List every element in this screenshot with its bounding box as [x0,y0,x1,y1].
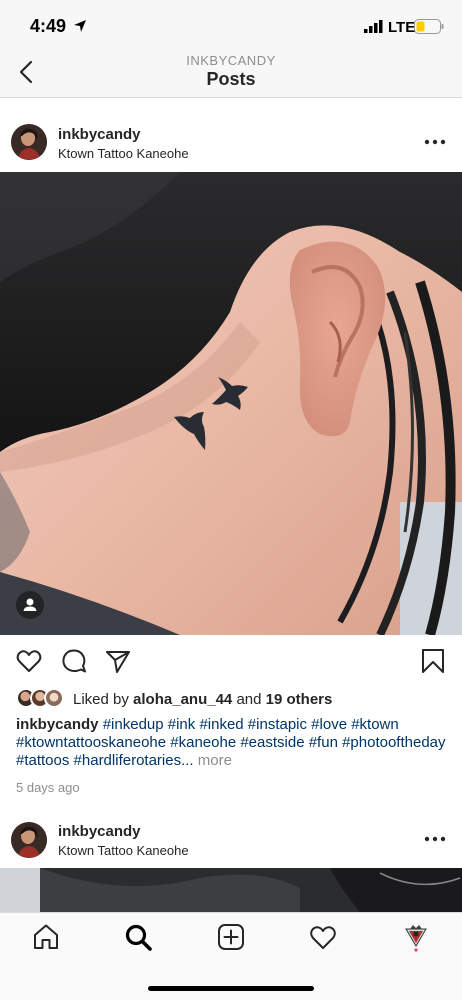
network-label: LTE [388,19,416,36]
home-indicator[interactable] [148,986,314,991]
post-date: 5 days ago [16,780,80,795]
liked-by-user[interactable]: aloha_anu_44 [133,691,232,708]
tagged-people-button[interactable] [16,591,44,619]
person-icon [23,598,37,611]
tab-bar [0,912,462,1000]
likes-and: and [236,691,262,708]
heart-icon[interactable] [15,647,43,675]
post-location[interactable]: Ktown Tattoo Kaneohe [58,146,189,161]
nav-header: INKBYCANDY Posts [0,50,462,98]
avatar[interactable] [11,822,47,858]
post-caption: inkbycandy #inkedup #ink #inked #instapi… [16,716,446,770]
profile-avatar-icon[interactable] [401,922,431,952]
post-header: inkbycandy Ktown Tattoo Kaneohe [0,99,462,173]
likes-row[interactable]: Liked by aloha_anu_44 and 19 others [16,688,446,712]
status-time: 4:49 [30,16,67,36]
avatar[interactable] [11,124,47,160]
post-username[interactable]: inkbycandy [58,126,141,143]
heart-icon[interactable] [308,922,338,952]
page-title: Posts [206,69,256,89]
likes-prefix: Liked by [73,691,129,708]
liker-avatar [44,688,64,708]
likes-summary: Liked by aloha_anu_44 and 19 others [73,691,332,708]
status-bar: 4:49 LTE [0,0,462,50]
search-icon[interactable] [123,922,153,952]
comment-icon[interactable] [60,647,88,675]
likes-others[interactable]: 19 others [266,691,333,708]
nav-username: INKBYCANDY [186,53,276,68]
battery-icon [414,19,444,34]
caption-username[interactable]: inkbycandy [16,716,99,733]
paper-plane-icon[interactable] [104,647,132,675]
location-arrow-icon [74,20,86,32]
next-post-username[interactable]: inkbycandy [58,823,141,840]
plus-square-icon[interactable] [216,922,246,952]
home-icon[interactable] [31,922,61,952]
post-photo[interactable] [0,172,462,635]
caption-more-link[interactable]: more [198,752,232,769]
ellipsis-icon[interactable] [424,139,446,145]
next-post-photo[interactable] [0,868,462,912]
next-post-header: inkbycandy Ktown Tattoo Kaneohe [0,810,462,868]
ellipsis-icon[interactable] [424,836,446,842]
signal-icon [364,20,383,33]
bookmark-icon[interactable] [419,647,447,675]
next-post-location[interactable]: Ktown Tattoo Kaneohe [58,843,189,858]
